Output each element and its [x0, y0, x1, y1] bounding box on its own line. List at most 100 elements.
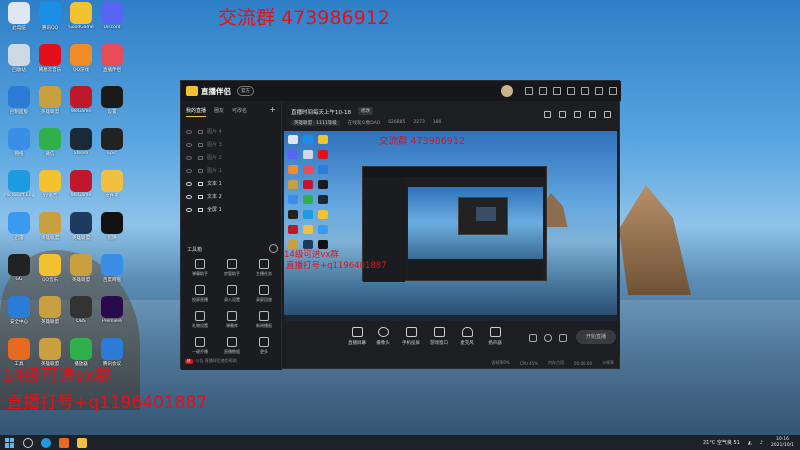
desktop-icon[interactable]: 控制面板: [4, 86, 34, 115]
tab-rename[interactable]: 可改名: [232, 107, 247, 117]
live-status-icon[interactable]: [544, 334, 552, 342]
edge-icon[interactable]: [41, 437, 51, 448]
bag-icon[interactable]: [574, 111, 581, 118]
folder-icon[interactable]: [77, 437, 87, 448]
tool-item[interactable]: 主播任务: [248, 259, 280, 277]
desktop-icon[interactable]: Epic: [97, 128, 127, 156]
desktop-icon[interactable]: 剪映: [97, 212, 127, 241]
tab-friends[interactable]: 圈友: [214, 107, 224, 117]
message-icon[interactable]: [525, 87, 533, 95]
desktop-icon[interactable]: Microsoft Edge: [4, 170, 34, 198]
desktop-icon[interactable]: 英雄联盟: [66, 212, 96, 241]
record-icon[interactable]: [529, 334, 537, 342]
eye-icon[interactable]: [186, 194, 192, 199]
add-scene-button[interactable]: +: [269, 106, 276, 117]
desktop-icon[interactable]: Premiere: [97, 296, 127, 324]
desktop-icon[interactable]: 英雄联盟: [35, 212, 65, 241]
tab-my-live[interactable]: 我的直播: [186, 107, 207, 117]
goodgame-icon[interactable]: [59, 437, 69, 448]
desktop-icon[interactable]: 网易云音乐: [35, 44, 65, 73]
desktop-icon[interactable]: 英雄联盟: [35, 86, 65, 115]
eye-icon[interactable]: [186, 168, 192, 173]
minimize-icon[interactable]: [581, 87, 589, 95]
microphone-button[interactable]: 麦克风: [454, 327, 480, 346]
desktop-icon[interactable]: 直播伴侣: [97, 44, 127, 73]
desktop-icon[interactable]: Discord: [97, 2, 127, 30]
phone-cast-button[interactable]: 手机投屏: [398, 327, 424, 346]
desktop-icon[interactable]: 设置: [97, 86, 127, 115]
search-icon[interactable]: [23, 437, 33, 448]
desktop-icon[interactable]: 安全中心: [4, 296, 34, 325]
tool-item[interactable]: 直播数据: [216, 337, 248, 355]
title-bar[interactable]: 直播伴侣 官方: [181, 81, 621, 101]
desktop-icon[interactable]: GoodGame: [66, 2, 96, 30]
scene-item[interactable]: 文本 1: [181, 177, 281, 190]
volume-icon[interactable]: ♪: [760, 440, 763, 446]
share-icon[interactable]: [604, 111, 611, 118]
desktop-icon[interactable]: 迅雷: [4, 212, 34, 241]
desktop-icon[interactable]: 英雄联盟: [35, 296, 65, 325]
desktop-icon[interactable]: WeGame: [66, 86, 96, 114]
camera-button[interactable]: 摄像头: [370, 327, 396, 346]
room-edit-button[interactable]: 修改: [358, 107, 373, 115]
maximize-icon[interactable]: [595, 87, 603, 95]
tool-item[interactable]: 弹幕助手: [184, 259, 216, 277]
eye-icon[interactable]: [186, 155, 192, 160]
desktop-icon[interactable]: 英雄联盟: [66, 254, 96, 283]
eye-icon[interactable]: [186, 129, 192, 134]
desktop-icon[interactable]: 回收站: [4, 44, 34, 73]
user-avatar[interactable]: [501, 85, 513, 97]
eye-icon[interactable]: [186, 207, 192, 212]
settings-icon[interactable]: [567, 87, 575, 95]
scene-item[interactable]: 文本 2: [181, 190, 281, 203]
stream-preview[interactable]: 交流群 473986912 14级可进vx群 直播打号+q1196401887: [284, 131, 617, 321]
desktop-icon[interactable]: OBS: [66, 296, 96, 324]
desktop-icon[interactable]: 网络: [4, 128, 34, 157]
tool-item[interactable]: 录入设置: [216, 285, 248, 303]
desktop-icon[interactable]: YY语音: [35, 170, 65, 199]
desktop-icon[interactable]: 文件夹: [97, 170, 127, 199]
desktop-icon[interactable]: GG: [4, 254, 34, 282]
screen-capture-button[interactable]: 直播屏幕: [344, 327, 370, 346]
scene-item[interactable]: 图片 3: [181, 138, 281, 151]
weather-widget[interactable]: 21°C 空气良 51: [703, 439, 740, 446]
desktop-icon[interactable]: QQ游戏: [66, 44, 96, 73]
tool-item[interactable]: 弹幕库: [216, 311, 248, 329]
tool-item[interactable]: 新闻播报: [248, 311, 280, 329]
room-category[interactable]: 英雄联盟 · 1111等级: [291, 120, 340, 126]
tool-item[interactable]: 投屏直播: [184, 285, 216, 303]
skin-icon[interactable]: [553, 87, 561, 95]
network-icon[interactable]: ◭: [748, 440, 752, 446]
tools-toggle-icon[interactable]: [269, 244, 278, 253]
desktop-icon[interactable]: 腾讯QQ: [35, 2, 65, 31]
eye-icon[interactable]: [186, 181, 192, 186]
gear-icon[interactable]: [559, 334, 567, 342]
eye-icon[interactable]: [186, 142, 192, 147]
desktop-icon[interactable]: 微信: [35, 128, 65, 157]
desktop-icon[interactable]: 百度网盘: [97, 254, 127, 283]
tool-item[interactable]: 录屏回放: [248, 285, 280, 303]
desktop-icon[interactable]: 此电脑: [4, 2, 34, 31]
desktop-icon[interactable]: WeGame: [66, 170, 96, 198]
game-window-button[interactable]: 游戏窗口: [426, 327, 452, 346]
start-live-button[interactable]: 开始直播: [576, 330, 616, 344]
gift-icon[interactable]: [539, 87, 547, 95]
tool-item[interactable]: 房管助手: [216, 259, 248, 277]
version-badge[interactable]: 官方: [237, 86, 254, 96]
scene-item[interactable]: 图片 1: [181, 164, 281, 177]
tool-item[interactable]: 礼物设置: [184, 311, 216, 329]
gift-box-icon[interactable]: [559, 111, 566, 118]
layout-icon[interactable]: [589, 111, 596, 118]
scene-item[interactable]: 全屏 1: [181, 203, 281, 216]
lock-icon[interactable]: [544, 111, 551, 118]
tool-item[interactable]: 更多: [248, 337, 280, 355]
desktop-icon[interactable]: QQ音乐: [35, 254, 65, 283]
notice-bar[interactable]: 热 公告 直播伴侣使用帮助: [185, 358, 237, 364]
speaker-button[interactable]: 扬声器: [482, 327, 508, 346]
tool-item[interactable]: 一键开播: [184, 337, 216, 355]
clock[interactable]: 10:16 2021/10/1: [771, 437, 794, 448]
start-button[interactable]: [5, 437, 15, 448]
scene-item[interactable]: 图片 4: [181, 125, 281, 138]
scene-item[interactable]: 图片 2: [181, 151, 281, 164]
desktop-icon[interactable]: Steam: [66, 128, 96, 156]
